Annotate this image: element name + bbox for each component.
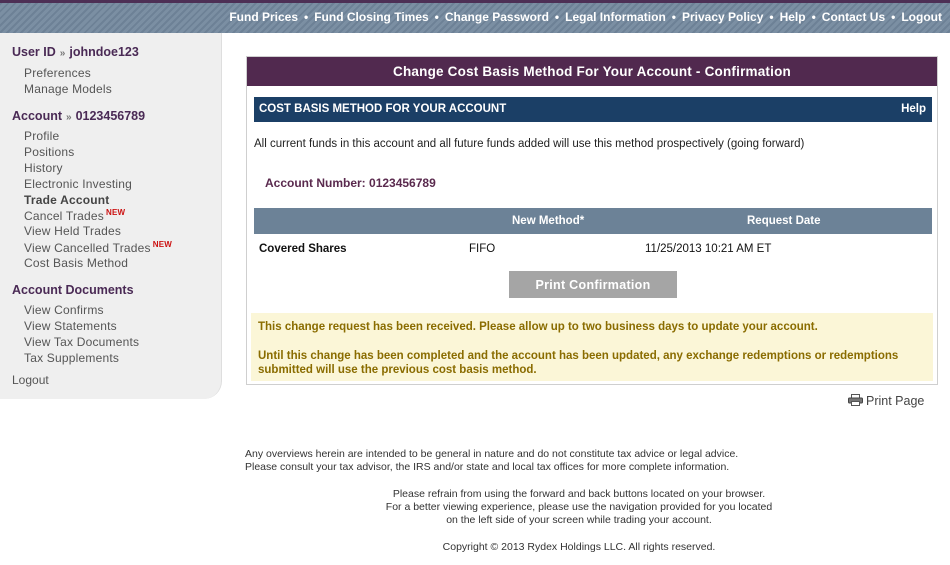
sidebar-item-positions[interactable]: Positions — [24, 145, 75, 159]
nav-help[interactable]: Help — [780, 10, 806, 24]
account-number-label: Account Number: — [265, 176, 366, 190]
sidebar-item-label: View Cancelled Trades — [24, 241, 151, 255]
top-nav-links: Fund Prices • Fund Closing Times • Change Pa… — [229, 10, 942, 24]
print-confirmation-button[interactable]: Print Confirmation — [509, 271, 677, 298]
new-badge: NEW — [105, 208, 126, 217]
sidebar-logout-link[interactable]: Logout — [12, 373, 49, 387]
cell-new-method: FIFO — [469, 243, 496, 255]
sidebar-item-label: Cancel Trades — [24, 209, 104, 223]
account-number-value: 0123456789 — [369, 176, 436, 190]
column-header-new-method: New Method* — [512, 215, 585, 227]
printer-icon — [848, 394, 863, 406]
table-row: Covered Shares FIFO 11/25/2013 10:21 AM … — [254, 240, 932, 258]
nav-privacy-policy[interactable]: Privacy Policy — [682, 10, 763, 24]
print-page-link[interactable]: Print Page — [848, 394, 924, 408]
tax-disclaimer: Any overviews herein are intended to be … — [245, 448, 738, 474]
user-id-value: johndoe123 — [69, 45, 139, 59]
copyright: Copyright © 2013 Rydex Holdings LLC. All… — [442, 541, 716, 553]
user-id-label: User ID — [12, 45, 56, 59]
nav-legal-information[interactable]: Legal Information — [565, 10, 666, 24]
sidebar-item-tax-supplements[interactable]: Tax Supplements — [24, 351, 119, 365]
sidebar-item-view-cancelled-trades[interactable]: View Cancelled Trades NEW — [24, 240, 172, 255]
account-label: Account — [12, 109, 62, 123]
table-header: New Method* Request Date — [254, 208, 932, 234]
sidebar-item-view-statements[interactable]: View Statements — [24, 319, 117, 333]
sidebar-item-manage-models[interactable]: Manage Models — [24, 82, 112, 96]
notice-received: This change request has been received. P… — [258, 321, 818, 333]
sidebar-item-view-tax-documents[interactable]: View Tax Documents — [24, 335, 139, 349]
browser-note-line: on the left side of your screen while tr… — [446, 514, 712, 526]
print-page-label: Print Page — [866, 394, 925, 408]
account-number: Account Number: 0123456789 — [265, 176, 436, 190]
chevron-right-icon: » — [66, 112, 72, 123]
nav-fund-closing-times[interactable]: Fund Closing Times — [314, 10, 428, 24]
page-title: Change Cost Basis Method For Your Accoun… — [247, 57, 937, 86]
top-nav-bar: Fund Prices • Fund Closing Times • Change Pa… — [0, 0, 950, 33]
chevron-right-icon: » — [59, 48, 66, 59]
section-header: COST BASIS METHOD FOR YOUR ACCOUNT Help — [254, 97, 932, 122]
disclaimer-line: Please consult your tax advisor, the IRS… — [245, 461, 730, 473]
sidebar-item-cost-basis-method[interactable]: Cost Basis Method — [24, 256, 128, 270]
cell-request-date: 11/25/2013 10:21 AM ET — [645, 243, 772, 255]
sidebar-item-electronic-investing[interactable]: Electronic Investing — [24, 177, 132, 191]
nav-contact-us[interactable]: Contact Us — [822, 10, 885, 24]
sidebar-item-trade-account[interactable]: Trade Account — [24, 193, 110, 207]
sidebar-user-heading: User ID» johndoe123 — [12, 45, 139, 59]
sidebar: User ID» johndoe123 Preferences Manage Mo… — [0, 33, 222, 399]
intro-text: All current funds in this account and al… — [254, 138, 805, 150]
nav-fund-prices[interactable]: Fund Prices — [229, 10, 298, 24]
nav-logout[interactable]: Logout — [901, 10, 942, 24]
notice-box: This change request has been received. P… — [251, 313, 933, 381]
notice-pending: Until this change has been completed and… — [258, 350, 899, 376]
sidebar-item-cancel-trades[interactable]: Cancel Trades NEW — [24, 208, 125, 223]
browser-note-line: For a better viewing experience, please … — [385, 501, 773, 513]
disclaimer-line: Any overviews herein are intended to be … — [245, 448, 739, 460]
nav-change-password[interactable]: Change Password — [445, 10, 549, 24]
column-header-request-date: Request Date — [747, 215, 821, 227]
sidebar-item-view-confirms[interactable]: View Confirms — [24, 303, 104, 317]
sidebar-item-profile[interactable]: Profile — [24, 129, 59, 143]
section-title: COST BASIS METHOD FOR YOUR ACCOUNT — [259, 103, 507, 115]
sidebar-item-view-held-trades[interactable]: View Held Trades — [24, 224, 121, 238]
sidebar-item-history[interactable]: History — [24, 161, 63, 175]
confirmation-panel: Change Cost Basis Method For Your Accoun… — [246, 56, 938, 385]
sidebar-documents-heading: Account Documents — [12, 283, 134, 297]
browser-note-line: Please refrain from using the forward an… — [392, 488, 766, 500]
sidebar-item-preferences[interactable]: Preferences — [24, 66, 91, 80]
new-badge: NEW — [152, 240, 172, 249]
browser-navigation-note: Please refrain from using the forward an… — [379, 488, 779, 527]
help-link[interactable]: Help — [901, 97, 926, 122]
sidebar-account-heading: Account » 0123456789 — [12, 109, 145, 123]
account-number-value: 0123456789 — [75, 109, 146, 123]
cell-share-type: Covered Shares — [259, 243, 347, 255]
